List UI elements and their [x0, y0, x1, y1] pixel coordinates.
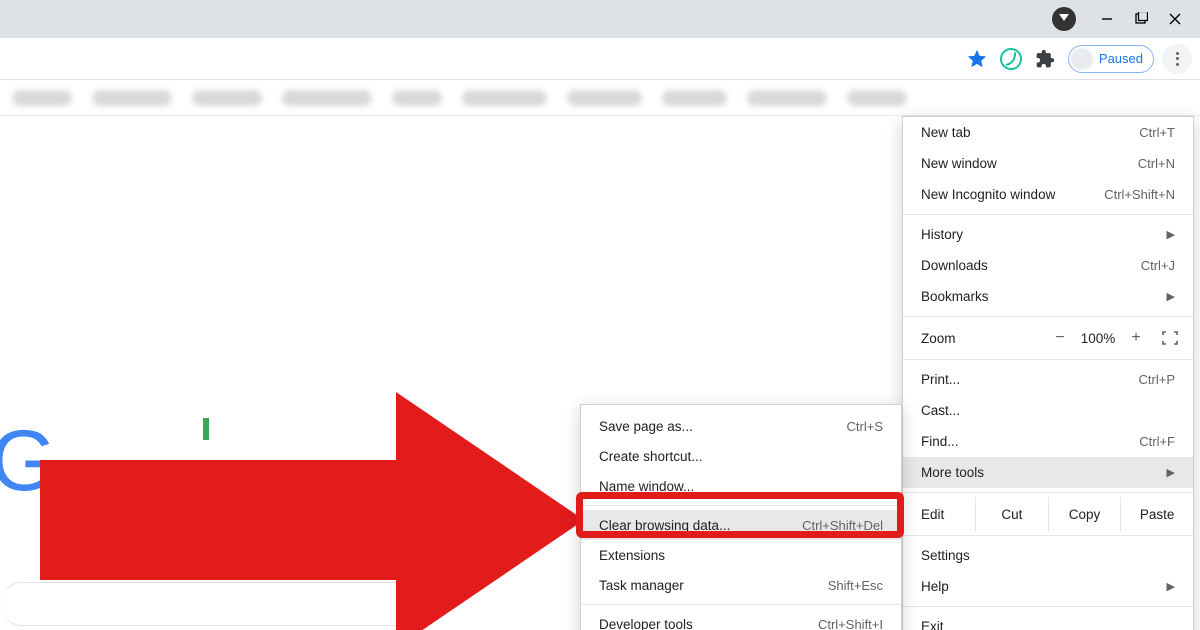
menu-new-window[interactable]: New windowCtrl+N	[903, 148, 1193, 179]
profile-status-label: Paused	[1099, 51, 1143, 66]
page-content: G New tabCtrl+T New windowCtrl+N New Inc…	[0, 116, 1200, 630]
chrome-menu-button[interactable]	[1162, 44, 1192, 74]
maximize-button[interactable]	[1124, 2, 1158, 36]
zoom-in-button[interactable]: +	[1121, 329, 1151, 347]
menu-exit[interactable]: Exit	[903, 611, 1193, 630]
zoom-out-button[interactable]: −	[1045, 329, 1075, 347]
grammarly-extension-icon[interactable]	[996, 44, 1026, 74]
menu-cut[interactable]: Cut	[975, 497, 1048, 531]
menu-history[interactable]: History▶	[903, 219, 1193, 250]
minimize-button[interactable]	[1090, 2, 1124, 36]
menu-settings[interactable]: Settings	[903, 540, 1193, 571]
close-button[interactable]	[1158, 2, 1192, 36]
sync-status-icon[interactable]	[1052, 7, 1076, 31]
extensions-puzzle-icon[interactable]	[1030, 44, 1060, 74]
menu-help[interactable]: Help▶	[903, 571, 1193, 602]
menu-copy[interactable]: Copy	[1048, 497, 1121, 531]
menu-paste[interactable]: Paste	[1120, 497, 1193, 531]
submenu-extensions[interactable]: Extensions	[581, 540, 901, 570]
submenu-task-manager[interactable]: Task managerShift+Esc	[581, 570, 901, 600]
submenu-create-shortcut[interactable]: Create shortcut...	[581, 441, 901, 471]
menu-find[interactable]: Find...Ctrl+F	[903, 426, 1193, 457]
menu-cast[interactable]: Cast...	[903, 395, 1193, 426]
profile-avatar	[1071, 48, 1093, 70]
bookmarks-bar	[0, 80, 1200, 116]
fullscreen-button[interactable]	[1157, 328, 1183, 348]
zoom-value: 100%	[1075, 331, 1121, 346]
menu-zoom: Zoom − 100% +	[903, 321, 1193, 355]
profile-chip[interactable]: Paused	[1068, 45, 1154, 73]
window-titlebar	[0, 0, 1200, 38]
bookmark-star-icon[interactable]	[962, 44, 992, 74]
submenu-clear-browsing-data[interactable]: Clear browsing data...Ctrl+Shift+Del	[581, 510, 901, 540]
menu-print[interactable]: Print...Ctrl+P	[903, 364, 1193, 395]
menu-new-tab[interactable]: New tabCtrl+T	[903, 117, 1193, 148]
browser-toolbar: Paused	[0, 38, 1200, 80]
chrome-main-menu: New tabCtrl+T New windowCtrl+N New Incog…	[902, 116, 1194, 630]
annotation-arrow	[20, 392, 580, 630]
menu-more-tools[interactable]: More tools▶	[903, 457, 1193, 488]
submenu-developer-tools[interactable]: Developer toolsCtrl+Shift+I	[581, 609, 901, 630]
menu-edit-row: Edit Cut Copy Paste	[903, 497, 1193, 531]
menu-new-incognito[interactable]: New Incognito windowCtrl+Shift+N	[903, 179, 1193, 210]
menu-bookmarks[interactable]: Bookmarks▶	[903, 281, 1193, 312]
submenu-name-window[interactable]: Name window...	[581, 471, 901, 501]
menu-downloads[interactable]: DownloadsCtrl+J	[903, 250, 1193, 281]
more-tools-submenu: Save page as...Ctrl+S Create shortcut...…	[580, 404, 902, 630]
submenu-save-page[interactable]: Save page as...Ctrl+S	[581, 411, 901, 441]
